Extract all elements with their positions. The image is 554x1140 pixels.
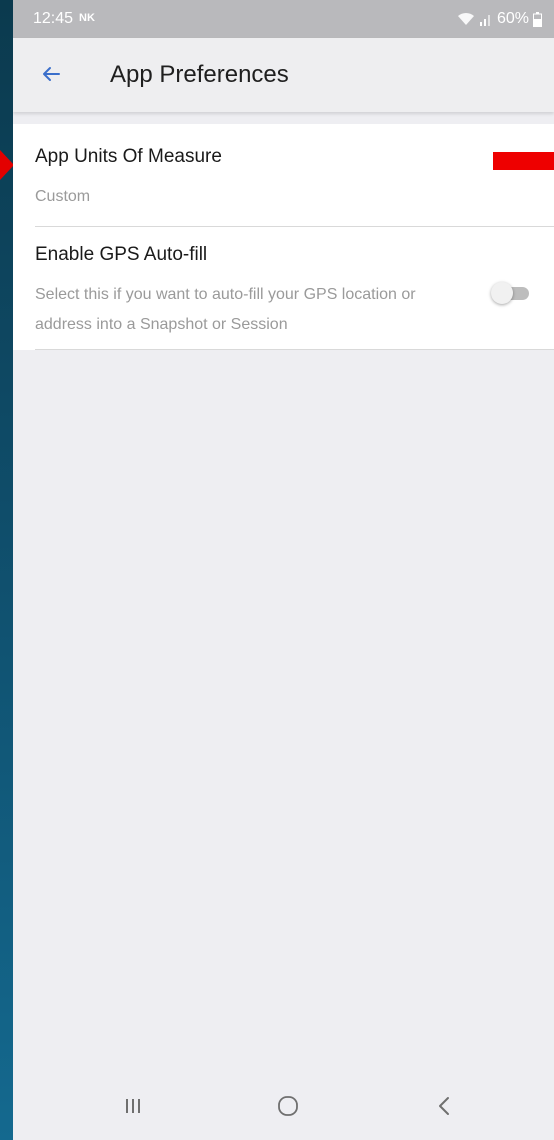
gps-setting-title: Enable GPS Auto-fill (35, 244, 208, 265)
back-icon (437, 1096, 451, 1121)
gps-setting-description: Select this if you want to auto-fill you… (35, 286, 416, 333)
status-icons: 60% (457, 10, 542, 28)
gps-autofill-setting[interactable]: Enable GPS Auto-fill Select this if you … (13, 226, 554, 350)
phone-screen: 12:45 NK 60% App Preferences App Units O… (13, 0, 554, 1140)
recents-icon (123, 1097, 143, 1120)
annotation-marker (493, 152, 554, 170)
back-button[interactable] (35, 60, 67, 92)
status-time: 12:45 (33, 10, 74, 27)
units-setting-title: App Units Of Measure (35, 146, 222, 167)
home-button[interactable] (268, 1088, 308, 1128)
page-title: App Preferences (110, 61, 289, 88)
status-bar: 12:45 NK 60% (13, 0, 554, 38)
settings-list: App Units Of Measure Custom Enable GPS A… (13, 124, 554, 350)
signal-icon (479, 12, 493, 26)
home-icon (277, 1095, 299, 1122)
carrier-badge: NK (79, 12, 95, 24)
units-of-measure-setting[interactable]: App Units Of Measure Custom (13, 124, 554, 226)
wifi-icon (457, 12, 475, 26)
toggle-thumb (491, 282, 513, 304)
units-setting-value: Custom (35, 188, 91, 205)
status-time-group: 12:45 NK (33, 10, 95, 28)
battery-icon (533, 11, 542, 27)
gps-autofill-toggle[interactable] (491, 282, 529, 304)
annotation-arrow (0, 150, 14, 180)
battery-percent: 60% (496, 10, 529, 27)
arrow-left-icon (39, 62, 63, 91)
divider (35, 349, 554, 350)
system-nav-bar (13, 1076, 554, 1140)
recents-button[interactable] (113, 1088, 153, 1128)
app-bar: App Preferences (13, 38, 554, 112)
system-back-button[interactable] (424, 1088, 464, 1128)
